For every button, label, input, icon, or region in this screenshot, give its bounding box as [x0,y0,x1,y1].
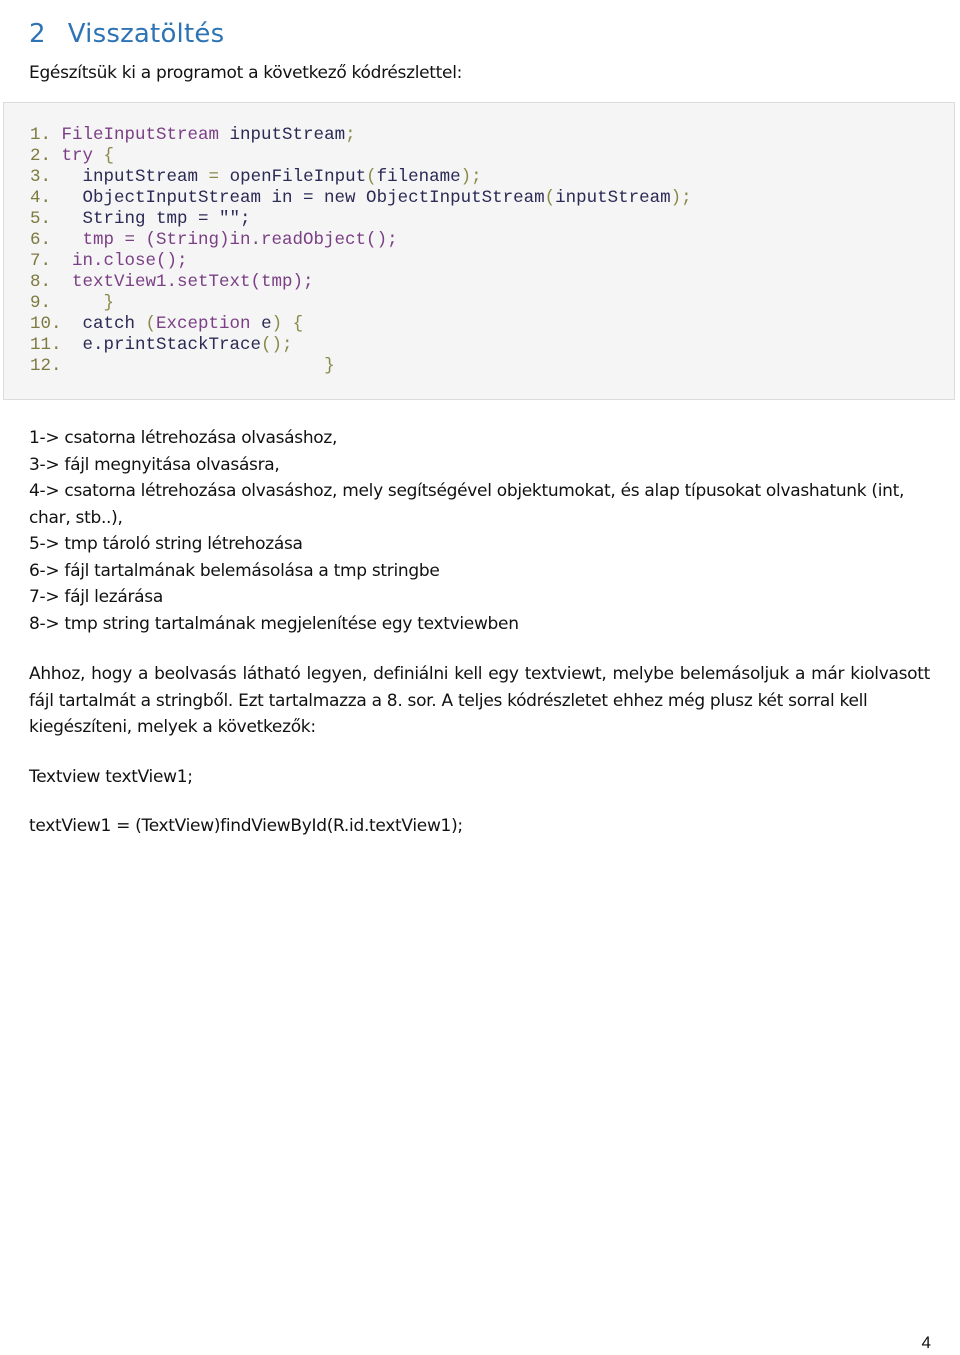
code-token: ; [345,125,356,145]
line-number: 2. [30,146,62,166]
code-token: inputStream [555,188,671,208]
code-line: 10. catch (Exception e) { [30,314,692,335]
code-block: 1. FileInputStream inputStream; 2. try {3… [3,102,955,400]
explanation-item: 7-> fájl lezárása [29,587,163,607]
code-line: 7. in.close(); [30,251,692,272]
explanation-paragraph: Ahhoz, hogy a beolvasás látható legyen, … [29,661,930,741]
code-token: ObjectInputStream in = new ObjectInputSt… [82,188,545,208]
code-line: 3. inputStream = openFileInput(filename)… [30,167,692,188]
code-token: ); [670,188,692,208]
code-token: ); [460,167,482,187]
snippet-declaration: Textview textView1; [29,767,193,787]
explanation-item: 8-> tmp string tartalmának megjelenítése… [29,613,519,634]
section-heading: 2 Visszatöltés [29,19,224,49]
code-line: 6. tmp = (String)in.readObject(); [30,230,692,251]
line-number: 7. [30,251,73,271]
line-number: 8. [30,272,73,292]
paragraph-body: Ahhoz, hogy a beolvasás látható legyen, … [29,664,930,711]
code-token: (); [261,335,293,355]
code-token: = [198,167,230,187]
code-token: { [93,146,115,166]
code-line: 11. e.printStackTrace(); [30,335,692,356]
code-line: 8. textView1.setText(tmp); [30,272,692,293]
code-token: ( [544,188,556,208]
code-line: 1. FileInputStream inputStream; [30,125,692,146]
code-token: FileInputStream [61,125,220,145]
line-number: 3. [30,167,83,187]
code-token: ) { [271,314,304,334]
code-listing: 1. FileInputStream inputStream; 2. try {3… [30,125,692,377]
code-token: } [103,293,115,313]
code-token: textView1.setText(tmp); [72,272,314,292]
code-token: inputStream [219,125,346,145]
page-number: 4 [921,1333,931,1352]
explanation-item: 5-> tmp tároló string létrehozása [29,534,303,554]
paragraph-last-line: kiegészíteni, melyek a következők: [29,717,316,737]
code-line: 4. ObjectInputStream in = new ObjectInpu… [30,188,692,209]
code-token: inputStream [82,167,199,187]
code-token: filename [376,167,461,187]
snippet-assignment: textView1 = (TextView)findViewById(R.id.… [29,816,463,836]
explanation-item: 6-> fájl tartalmának belemásolása a tmp … [29,560,440,581]
code-line: 2. try { [30,146,692,167]
code-token: String tmp = ""; [82,209,251,229]
section-number: 2 [29,19,46,50]
explanation-item: 4-> csatorna létrehozása olvasáshoz, mel… [29,481,905,528]
line-number: 4. [30,188,83,208]
code-token: Exception [156,314,251,334]
code-token: } [324,356,335,376]
code-line: 5. String tmp = ""; [30,209,692,230]
code-token: try [61,146,94,166]
line-number: 6. [30,230,83,250]
code-token: tmp = (String)in.readObject(); [82,230,398,250]
code-token: ( [366,167,377,187]
line-number: 1. [30,125,62,145]
explanation-list: 1-> csatorna létrehozása olvasáshoz, 3->… [29,425,929,637]
code-line: 9. } [30,293,692,314]
line-number: 5. [30,209,83,229]
code-token: openFileInput [229,167,367,187]
section-title: Visszatöltés [67,19,225,50]
explanation-item: 3-> fájl megnyitása olvasásra, [29,454,280,475]
line-number: 10. [30,314,83,334]
line-number: 11. [30,335,83,355]
code-line: 12. } [30,356,692,377]
explanation-item: 1-> csatorna létrehozása olvasáshoz, [29,428,338,448]
intro-text: Egészítsük ki a programot a következő kó… [29,63,463,83]
code-token: in.close(); [72,251,188,271]
code-token: e [250,314,272,334]
code-token: catch [82,314,146,334]
code-token: e.printStackTrace [82,335,262,355]
line-number: 12. [30,356,325,376]
line-number: 9. [30,293,104,313]
code-token: ( [145,314,157,334]
